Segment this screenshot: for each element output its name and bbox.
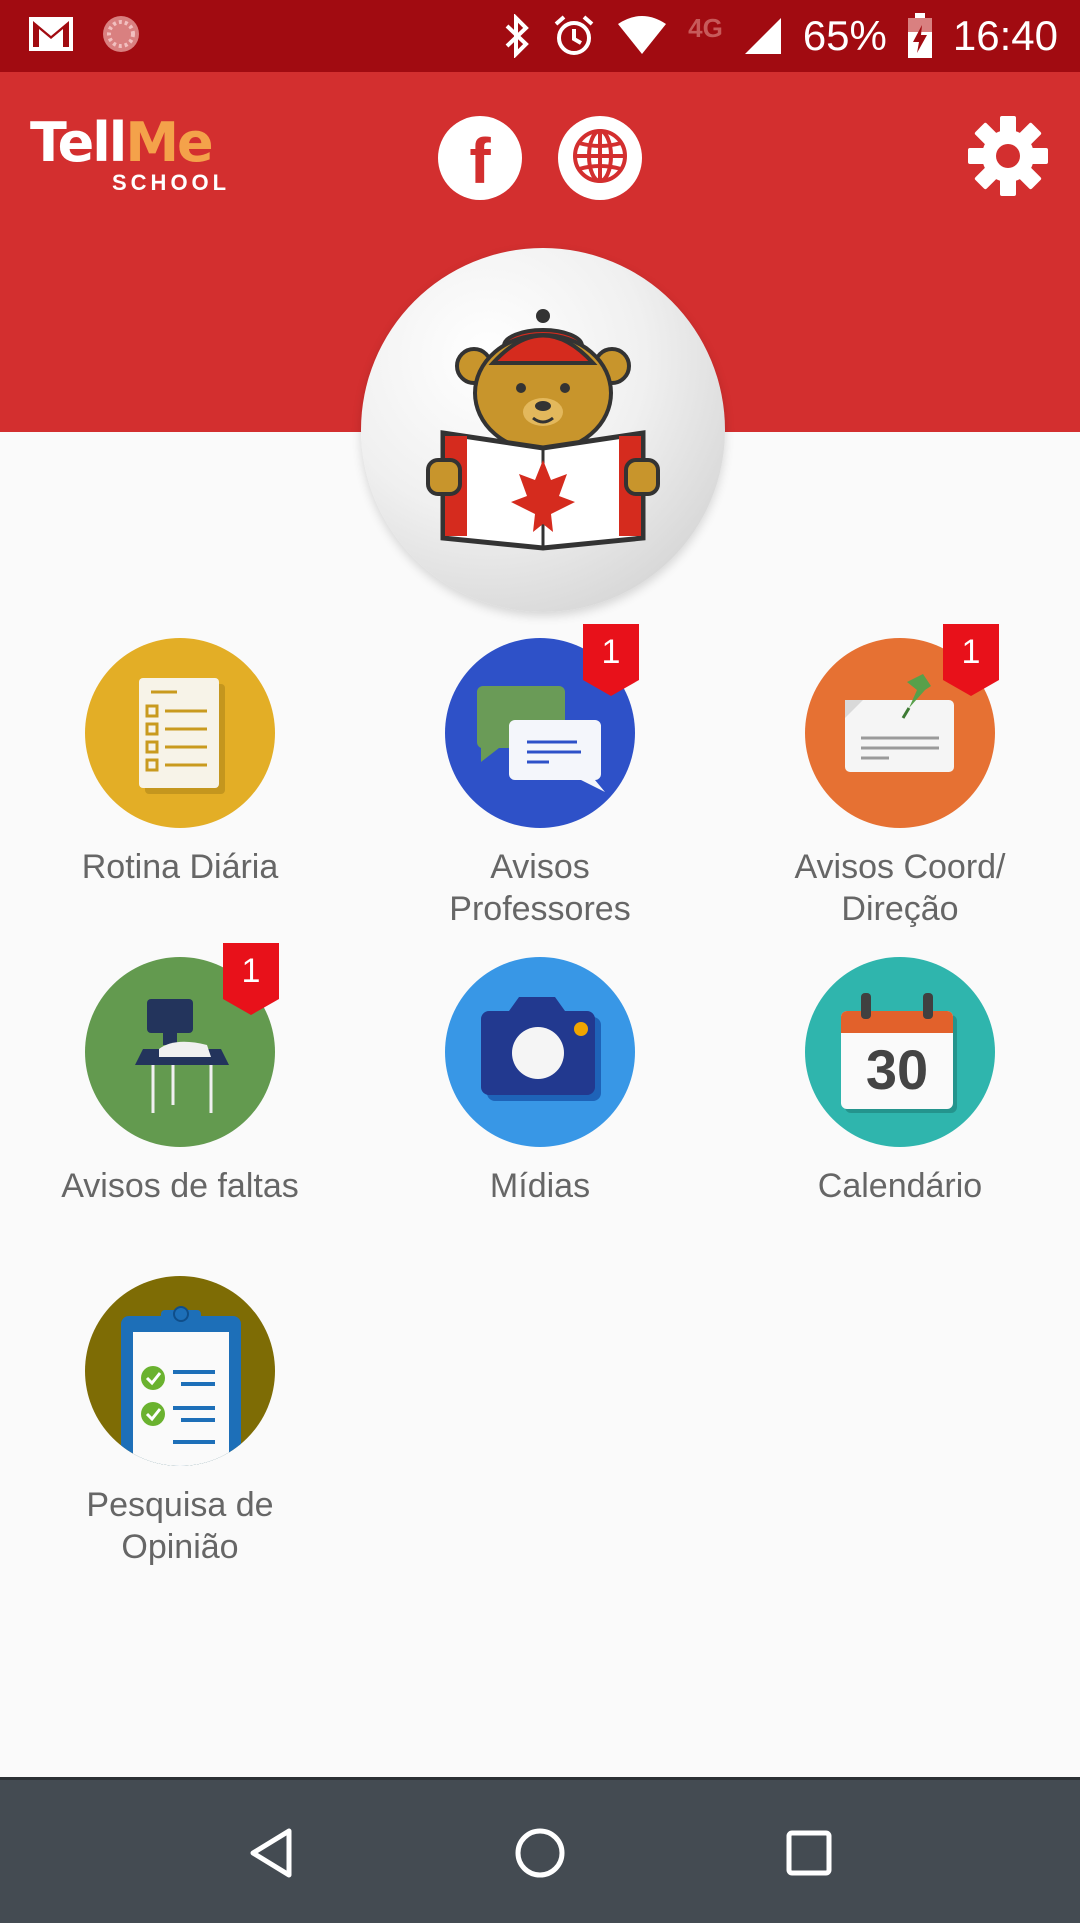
notification-badge: 1 bbox=[223, 943, 279, 1019]
bluetooth-icon bbox=[502, 14, 532, 58]
globe-icon bbox=[572, 128, 628, 189]
menu-label-line: Avisos bbox=[490, 848, 590, 886]
menu-label-line: Pesquisa de bbox=[86, 1486, 274, 1524]
chat-bubbles-icon bbox=[445, 686, 635, 832]
menu-item-avisos-coord-direcao[interactable]: 1 Avisos Coord/ Direção bbox=[720, 624, 1080, 930]
badge-count: 1 bbox=[241, 952, 261, 990]
menu-icon-circle: 30 bbox=[805, 957, 995, 1147]
bear-reading-canada-icon bbox=[361, 309, 725, 612]
menu-label-line: Avisos Coord/ bbox=[794, 848, 1006, 886]
gmail-icon bbox=[28, 16, 74, 57]
menu-label-line: Calendário bbox=[817, 1167, 983, 1205]
menu-item-rotina-diaria[interactable]: Rotina Diária bbox=[0, 638, 360, 888]
signal-icon bbox=[743, 16, 783, 56]
back-button[interactable] bbox=[226, 1810, 316, 1900]
notification-badge: 1 bbox=[943, 624, 999, 700]
home-button[interactable] bbox=[495, 1810, 585, 1900]
facebook-button[interactable]: f bbox=[438, 116, 522, 200]
menu-icon-circle bbox=[445, 957, 635, 1147]
menu-item-pesquisa-de-opiniao[interactable]: Pesquisa de Opinião bbox=[0, 1276, 360, 1568]
menu-label-line: Professores bbox=[449, 890, 631, 928]
profile-avatar[interactable] bbox=[361, 248, 725, 612]
menu-icon-circle: 1 bbox=[85, 943, 279, 1147]
recents-icon bbox=[779, 1823, 839, 1888]
pinned-note-icon bbox=[805, 674, 995, 832]
back-icon bbox=[241, 1823, 301, 1888]
settings-button[interactable] bbox=[966, 114, 1050, 198]
menu-icon-circle bbox=[85, 1276, 275, 1466]
badge-count: 1 bbox=[601, 633, 621, 671]
alarm-icon bbox=[552, 14, 596, 58]
sync-icon bbox=[100, 13, 142, 60]
badge-count: 1 bbox=[961, 633, 981, 671]
wifi-icon bbox=[616, 16, 668, 56]
notification-badge: 1 bbox=[583, 624, 639, 700]
menu-label-line: Avisos de faltas bbox=[61, 1167, 299, 1205]
logo-text-tell: Tell bbox=[30, 111, 127, 174]
menu-label-line: Mídias bbox=[489, 1167, 591, 1205]
clock: 16:40 bbox=[952, 12, 1058, 59]
facebook-icon: f bbox=[469, 125, 491, 197]
menu-item-avisos-professores[interactable]: 1 Avisos Professores bbox=[360, 624, 720, 930]
app-logo: TellMe SCHOOL bbox=[30, 116, 226, 196]
logo-text-school: SCHOOL bbox=[112, 170, 231, 195]
logo-text-me: Me bbox=[125, 111, 213, 174]
website-button[interactable] bbox=[558, 116, 642, 200]
network-type: 4G bbox=[688, 12, 723, 43]
recents-button[interactable] bbox=[764, 1810, 854, 1900]
clipboard-checklist-icon bbox=[85, 1306, 275, 1466]
menu-label-line: Rotina Diária bbox=[81, 848, 279, 886]
menu-icon-circle: 1 bbox=[805, 624, 999, 828]
menu-icon-circle bbox=[85, 638, 275, 828]
system-navigation-bar bbox=[0, 1777, 1080, 1923]
calendar-icon bbox=[805, 993, 995, 1151]
home-icon bbox=[510, 1823, 570, 1888]
calendar-day: 30 bbox=[865, 1038, 929, 1101]
menu-item-midias[interactable]: Mídias bbox=[360, 957, 720, 1207]
status-bar: 4G 65% 16:40 bbox=[0, 0, 1080, 72]
gear-icon bbox=[966, 116, 1050, 202]
menu-label-line: Direção bbox=[841, 890, 959, 928]
battery-charging-icon bbox=[907, 13, 933, 59]
menu-item-avisos-de-faltas[interactable]: 1 Avisos de faltas bbox=[0, 943, 360, 1207]
menu-item-calendario[interactable]: 30 Calendário bbox=[720, 957, 1080, 1207]
menu-icon-circle: 1 bbox=[445, 624, 639, 828]
camera-icon bbox=[445, 997, 635, 1151]
checklist-document-icon bbox=[85, 678, 275, 832]
battery-percent: 65% bbox=[802, 12, 887, 59]
menu-label-line: Opinião bbox=[121, 1528, 239, 1566]
school-desk-icon bbox=[85, 999, 275, 1151]
